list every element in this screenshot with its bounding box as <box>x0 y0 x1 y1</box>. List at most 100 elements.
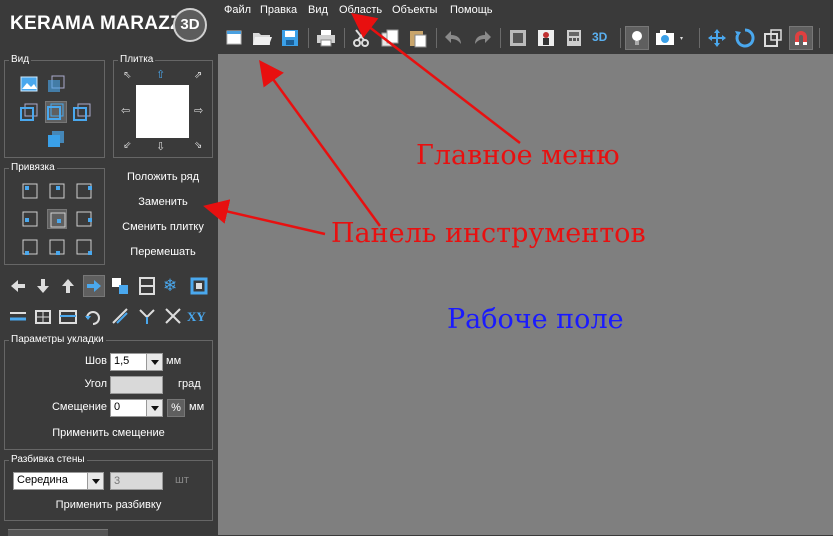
xy-label: XY <box>187 309 206 324</box>
copy-icon[interactable] <box>378 26 402 50</box>
save-icon[interactable] <box>278 26 302 50</box>
seam-label: Шов <box>84 355 107 367</box>
wall-split-mode-value: Середина <box>17 474 68 486</box>
xy-coordinates-icon[interactable]: XY <box>187 306 213 326</box>
wall-split-mode-select[interactable]: Середина <box>13 472 104 490</box>
paste-icon[interactable] <box>406 26 430 50</box>
logo-text: KERAMA MARAZZI <box>10 13 188 34</box>
swap-tiles-icon[interactable] <box>110 276 130 296</box>
offset-value: 0 <box>114 401 121 413</box>
new-file-icon[interactable] <box>222 26 246 50</box>
toolbar-separator <box>308 28 309 48</box>
angle-layout-icon[interactable] <box>137 306 157 326</box>
shift-left-icon[interactable] <box>8 276 28 296</box>
wall-split-count-input[interactable]: 3 <box>110 472 163 490</box>
logo: KERAMA MARAZZI 3D <box>0 0 218 50</box>
move-icon[interactable] <box>705 26 729 50</box>
toolbar-separator <box>500 28 501 48</box>
view-back-icon[interactable] <box>46 74 66 94</box>
view-3d-icon[interactable]: 3D <box>590 26 614 50</box>
rotate-tile-icon[interactable] <box>83 306 103 326</box>
toolbar-separator <box>344 28 345 48</box>
redo-icon[interactable] <box>470 26 494 50</box>
resize-icon[interactable] <box>761 26 785 50</box>
angle-input[interactable] <box>110 376 163 394</box>
snap-anchor-se-icon[interactable] <box>74 237 94 257</box>
main-menu: Файл Правка Вид Область Объекты Помощь <box>218 0 833 22</box>
snap-anchor-w-icon[interactable] <box>20 209 40 229</box>
arrow-sw-icon[interactable]: ⇙ <box>123 140 131 151</box>
render-person-icon[interactable] <box>534 26 558 50</box>
arrow-se-icon[interactable]: ⇘ <box>194 140 202 151</box>
calculator-icon[interactable] <box>562 26 586 50</box>
arrow-left-icon[interactable]: ⇦ <box>121 104 130 117</box>
undo-icon[interactable] <box>442 26 466 50</box>
snap-anchor-n-icon[interactable] <box>47 181 67 201</box>
tile-frame-icon[interactable] <box>189 276 209 296</box>
toolbar: 3D <box>218 22 833 54</box>
tile-preview[interactable] <box>136 85 189 138</box>
shuffle-button[interactable]: Перемешать <box>113 246 213 258</box>
grid-layout-icon[interactable] <box>33 306 53 326</box>
seam-unit: мм <box>166 355 182 367</box>
menu-file[interactable]: Файл <box>224 4 251 16</box>
angle-label: Угол <box>84 378 107 390</box>
snap-anchor-center-icon[interactable] <box>47 209 67 229</box>
arrow-down-icon[interactable]: ⇩ <box>156 140 165 153</box>
open-folder-icon[interactable] <box>250 26 274 50</box>
shift-up-icon[interactable] <box>58 276 78 296</box>
table-layout-icon[interactable] <box>58 306 78 326</box>
view-center-icon[interactable] <box>45 101 67 123</box>
chevron-down-icon[interactable] <box>87 473 103 489</box>
magnet-icon[interactable] <box>789 26 813 50</box>
toolbar-separator <box>620 28 621 48</box>
chevron-down-icon[interactable] <box>146 400 162 416</box>
chevron-down-icon[interactable] <box>146 354 162 370</box>
replace-button[interactable]: Заменить <box>113 196 213 208</box>
seam-select[interactable]: 1,5 <box>110 353 163 371</box>
camera-icon[interactable] <box>653 26 683 50</box>
rotate-icon[interactable] <box>733 26 757 50</box>
wall-split-label: Разбивка стены <box>9 454 87 465</box>
lay-row-button[interactable]: Положить ряд <box>113 171 213 183</box>
menu-help[interactable]: Помощь <box>450 4 493 16</box>
view-top-icon[interactable] <box>19 74 39 94</box>
change-tile-button[interactable]: Сменить плитку <box>113 221 213 233</box>
menu-edit[interactable]: Правка <box>260 4 297 16</box>
menu-view[interactable]: Вид <box>308 4 328 16</box>
cut-icon[interactable] <box>350 26 374 50</box>
apply-offset-button[interactable]: Применить смещение <box>5 427 212 439</box>
view-front-icon[interactable] <box>46 129 66 149</box>
menu-area[interactable]: Область <box>339 4 382 16</box>
align-tiles-icon[interactable] <box>137 276 157 296</box>
snap-anchor-nw-icon[interactable] <box>20 181 40 201</box>
cross-layout-icon[interactable] <box>163 306 183 326</box>
diagonal-layout-icon[interactable] <box>110 306 130 326</box>
light-bulb-icon[interactable] <box>625 26 649 50</box>
shift-right-icon[interactable] <box>83 275 105 297</box>
arrow-up-icon[interactable]: ⇧ <box>156 68 165 81</box>
print-icon[interactable] <box>314 26 338 50</box>
render-frame-icon[interactable] <box>506 26 530 50</box>
row-layout-icon[interactable] <box>8 306 28 326</box>
snowflake-icon[interactable]: ❄ <box>163 276 183 296</box>
snap-anchor-ne-icon[interactable] <box>74 181 94 201</box>
view-right-icon[interactable] <box>72 102 92 122</box>
layout-params-label: Параметры укладки <box>9 334 106 345</box>
tool-panel: Вид Плитка ⇖ ⇧ ⇗ ⇦ ⇨ ⇙ ⇩ ⇘ Привязка Поло… <box>0 50 218 536</box>
view-left-icon[interactable] <box>19 102 39 122</box>
menu-objects[interactable]: Объекты <box>392 4 437 16</box>
offset-percent-button[interactable]: % <box>167 399 185 417</box>
logo-3d-badge: 3D <box>173 8 207 42</box>
apply-wall-split-button[interactable]: Применить разбивку <box>5 499 212 511</box>
arrow-nw-icon[interactable]: ⇖ <box>123 70 131 81</box>
arrow-right-icon[interactable]: ⇨ <box>194 104 203 117</box>
offset-select[interactable]: 0 <box>110 399 163 417</box>
snap-anchor-e-icon[interactable] <box>74 209 94 229</box>
snap-anchor-s-icon[interactable] <box>47 237 67 257</box>
shift-down-icon[interactable] <box>33 276 53 296</box>
snap-anchor-sw-icon[interactable] <box>20 237 40 257</box>
work-field[interactable] <box>218 54 833 535</box>
snap-group-label: Привязка <box>9 162 57 173</box>
arrow-ne-icon[interactable]: ⇗ <box>194 70 202 81</box>
